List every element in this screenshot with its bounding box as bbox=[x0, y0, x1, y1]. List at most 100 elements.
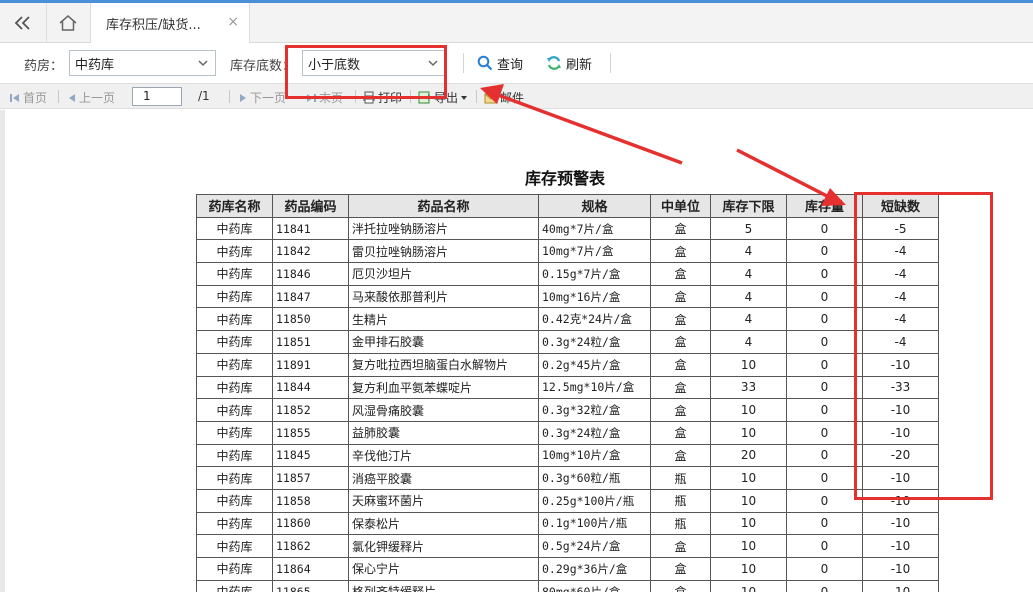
next-page-button[interactable]: 下一页 bbox=[238, 89, 286, 106]
cell-stock-qty: 0 bbox=[786, 488, 863, 513]
table-row[interactable]: 中药库 11842 雷贝拉唑钠肠溶片 10mg*7片/盒盒 4 0 -4 bbox=[196, 239, 939, 264]
pharmacy-select[interactable]: 中药库 bbox=[69, 50, 216, 76]
table-row[interactable]: 中药库 11847 马来酸依那普利片 10mg*16片/盒盒 4 0 -4 bbox=[196, 284, 939, 309]
query-button[interactable]: 查询 bbox=[477, 51, 523, 75]
cell-unit: 盒 bbox=[650, 557, 711, 581]
cell-unit: 瓶 bbox=[650, 488, 711, 513]
cell-drug-code: 11841 bbox=[272, 216, 349, 241]
home-icon bbox=[59, 14, 76, 31]
cell-unit: 瓶 bbox=[650, 511, 711, 536]
cell-spec: 0.3g*60粒/瓶 bbox=[538, 466, 651, 490]
table-row[interactable]: 中药库 11864 保心宁片 0.29g*36片/盒盒 10 0 -10 bbox=[196, 557, 939, 581]
table-row[interactable]: 中药库 11841 泮托拉唑钠肠溶片 40mg*7片/盒盒 5 0 -5 bbox=[196, 216, 939, 241]
report-title: 库存预警表 bbox=[524, 169, 605, 188]
cell-drug-name: 复方吡拉西坦脑蛋白水解物片 bbox=[348, 352, 539, 377]
cell-unit: 盒 bbox=[650, 330, 711, 354]
cell-min-stock: 4 bbox=[710, 307, 787, 332]
cell-stock-qty: 0 bbox=[786, 579, 863, 592]
collapse-button[interactable] bbox=[4, 3, 42, 42]
cell-spec: 0.42克*24片/盒 bbox=[538, 307, 651, 332]
report-gutter bbox=[0, 110, 5, 592]
cell-min-stock: 10 bbox=[710, 488, 787, 513]
cell-unit: 盒 bbox=[650, 398, 711, 422]
tab-strip: 库存积压/缺货... × bbox=[0, 0, 1033, 43]
cell-warehouse: 中药库 bbox=[196, 239, 273, 264]
annotation-arrow-to-shortage bbox=[736, 148, 828, 198]
col-header-spec[interactable]: 规格 bbox=[538, 194, 651, 218]
cell-shortage: -10 bbox=[862, 511, 939, 536]
page-number-input[interactable]: 1 bbox=[132, 87, 182, 106]
cell-warehouse: 中药库 bbox=[196, 443, 273, 468]
table-row[interactable]: 中药库 11857 消癌平胶囊 0.3g*60粒/瓶瓶 10 0 -10 bbox=[196, 466, 939, 490]
cell-stock-qty: 0 bbox=[786, 307, 863, 332]
table-row[interactable]: 中药库 11852 风湿骨痛胶囊 0.3g*32粒/盒盒 10 0 -10 bbox=[196, 398, 939, 422]
cell-stock-qty: 0 bbox=[786, 557, 863, 581]
cell-drug-name: 金甲排石胶囊 bbox=[348, 330, 539, 354]
cell-warehouse: 中药库 bbox=[196, 375, 273, 400]
next-page-label: 下一页 bbox=[250, 91, 287, 105]
table-row[interactable]: 中药库 11891 复方吡拉西坦脑蛋白水解物片 0.2g*45片/盒盒 10 0 -10 bbox=[196, 352, 939, 377]
cell-drug-name: 雷贝拉唑钠肠溶片 bbox=[348, 239, 539, 264]
cell-drug-name: 氯化钾缓释片 bbox=[348, 534, 539, 558]
col-header-warehouse[interactable]: 药库名称 bbox=[196, 194, 273, 218]
col-header-drug-code[interactable]: 药品编码 bbox=[272, 194, 349, 218]
table-row[interactable]: 中药库 11860 保泰松片 0.1g*100片/瓶瓶 10 0 -10 bbox=[196, 511, 939, 536]
cell-drug-name: 保心宁片 bbox=[348, 557, 539, 581]
cell-unit: 盒 bbox=[650, 579, 711, 592]
close-icon[interactable]: × bbox=[227, 14, 239, 30]
cell-warehouse: 中药库 bbox=[196, 307, 273, 332]
cell-unit: 盒 bbox=[650, 262, 711, 286]
col-header-unit[interactable]: 中单位 bbox=[650, 194, 711, 218]
cell-unit: 盒 bbox=[650, 534, 711, 558]
cell-shortage: -10 bbox=[862, 534, 939, 558]
tab-label: 库存积压/缺货... bbox=[106, 17, 201, 33]
pharmacy-select-value: 中药库 bbox=[75, 57, 115, 73]
refresh-icon bbox=[547, 56, 561, 70]
table-row[interactable]: 中药库 11844 复方利血平氨苯蝶啶片 12.5mg*10片/盒盒 33 0 -33 bbox=[196, 375, 939, 400]
cell-unit: 盒 bbox=[650, 420, 711, 445]
next-page-icon bbox=[240, 93, 246, 102]
cell-stock-qty: 0 bbox=[786, 466, 863, 490]
cell-drug-name: 复方利血平氨苯蝶啶片 bbox=[348, 375, 539, 400]
cell-drug-code: 11850 bbox=[272, 307, 349, 332]
cell-stock-qty: 0 bbox=[786, 262, 863, 286]
toolbar-divider bbox=[58, 90, 59, 103]
table-row[interactable]: 中药库11865格列齐特缓释片80mg*60片/盒盒100-10 bbox=[196, 579, 939, 592]
stock-warning-table: 药库名称 药品编码 药品名称 规格 中单位 库存下限 库存量 短缺数 中药库 11… bbox=[196, 194, 939, 592]
table-row[interactable]: 中药库 11855 益肺胶囊 0.3g*24粒/盒盒 10 0 -10 bbox=[196, 420, 939, 445]
cell-spec: 0.3g*24粒/盒 bbox=[538, 420, 651, 445]
col-header-stock-qty[interactable]: 库存量 bbox=[786, 194, 863, 218]
cell-spec: 0.25g*100片/瓶 bbox=[538, 488, 651, 513]
prev-page-label: 上一页 bbox=[79, 91, 116, 105]
prev-page-button[interactable]: 上一页 bbox=[67, 89, 115, 106]
cell-min-stock: 10 bbox=[710, 466, 787, 490]
cell-min-stock: 10 bbox=[710, 420, 787, 445]
cell-warehouse: 中药库 bbox=[196, 579, 273, 592]
first-page-label: 首页 bbox=[23, 91, 48, 105]
toolbar-divider bbox=[610, 53, 611, 73]
table-row[interactable]: 中药库 11862 氯化钾缓释片 0.5g*24片/盒盒 10 0 -10 bbox=[196, 534, 939, 558]
cell-drug-name: 格列齐特缓释片 bbox=[348, 579, 539, 592]
table-row[interactable]: 中药库 11858 天麻蜜环菌片 0.25g*100片/瓶瓶 10 0 -10 bbox=[196, 488, 939, 513]
col-header-drug-name[interactable]: 药品名称 bbox=[348, 194, 539, 218]
table-row[interactable]: 中药库 11845 辛伐他汀片 10mg*10片/盒盒 20 0 -20 bbox=[196, 443, 939, 468]
home-button[interactable] bbox=[46, 3, 88, 42]
first-page-button[interactable]: 首页 bbox=[9, 89, 47, 106]
cell-min-stock: 4 bbox=[710, 284, 787, 309]
refresh-button[interactable]: 刷新 bbox=[546, 51, 592, 75]
table-row[interactable]: 中药库 11850 生精片 0.42克*24片/盒盒 4 0 -4 bbox=[196, 307, 939, 332]
cell-drug-code: 11845 bbox=[272, 443, 349, 468]
chevron-down-icon bbox=[198, 60, 208, 67]
mail-button[interactable]: 邮件 bbox=[484, 89, 524, 106]
col-header-min-stock[interactable]: 库存下限 bbox=[710, 194, 787, 218]
table-row[interactable]: 中药库 11846 厄贝沙坦片 0.15g*7片/盒盒 4 0 -4 bbox=[196, 262, 939, 286]
annotation-box-shortage-column bbox=[854, 192, 993, 500]
table-row[interactable]: 中药库 11851 金甲排石胶囊 0.3g*24粒/盒盒 4 0 -4 bbox=[196, 330, 939, 354]
cell-warehouse: 中药库 bbox=[196, 398, 273, 422]
tab-stock-overstock-shortage[interactable]: 库存积压/缺货... × bbox=[90, 3, 250, 43]
cell-unit: 盒 bbox=[650, 375, 711, 400]
cell-min-stock: 10 bbox=[710, 511, 787, 536]
first-page-icon bbox=[10, 93, 19, 102]
cell-drug-code: 11851 bbox=[272, 330, 349, 354]
cell-unit: 盒 bbox=[650, 239, 711, 264]
